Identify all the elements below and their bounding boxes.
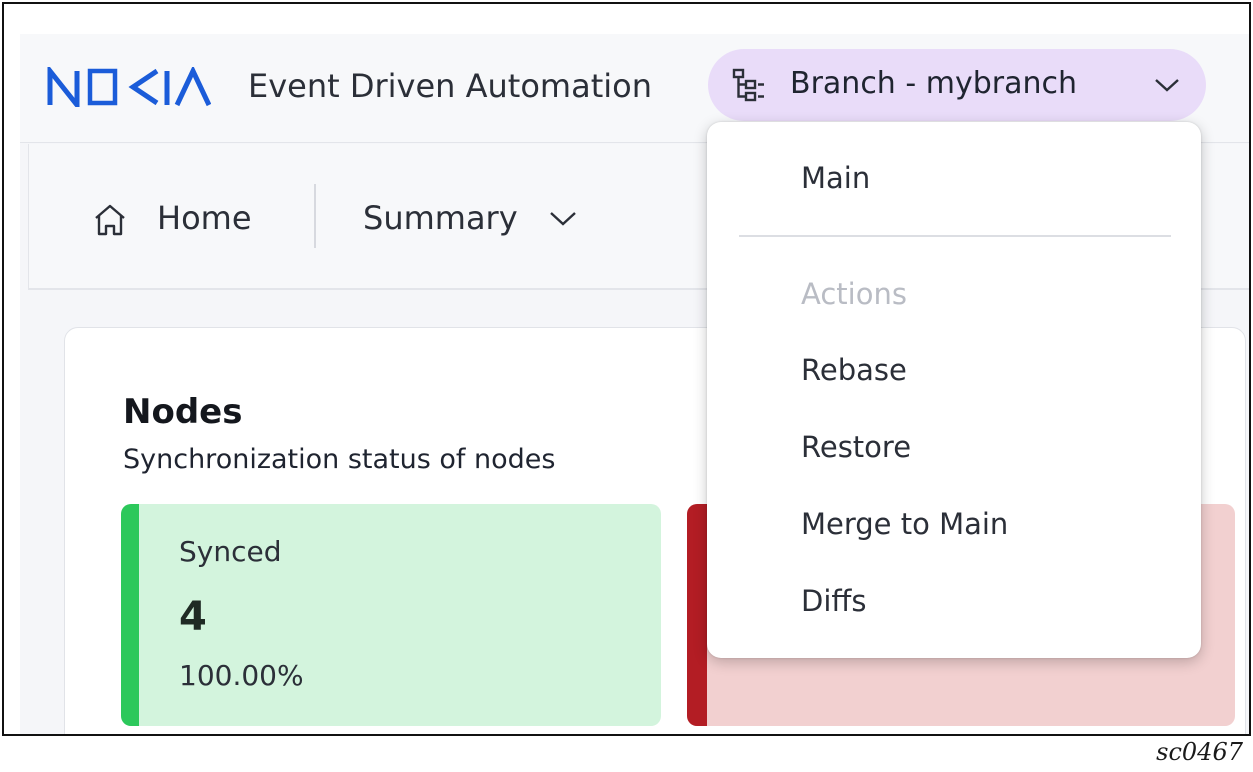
branch-dropdown-menu: Main Actions Rebase Restore Merge to Mai…: [707, 122, 1201, 658]
summary-label: Summary: [363, 199, 518, 237]
branch-icon: [732, 68, 764, 102]
card-title: Nodes: [123, 392, 243, 432]
nokia-logo: [47, 67, 211, 107]
app-window: Event Driven Automation Branch - mybranc…: [20, 34, 1249, 734]
branch-selector[interactable]: Branch - mybranch: [708, 49, 1206, 121]
menu-item-diffs[interactable]: Diffs: [801, 581, 866, 621]
card-subtitle: Synchronization status of nodes: [123, 444, 556, 475]
menu-item-merge-to-main[interactable]: Merge to Main: [801, 504, 1008, 544]
home-label: Home: [157, 199, 252, 237]
app-title: Event Driven Automation: [248, 67, 652, 105]
home-icon: [95, 204, 125, 236]
menu-item-main[interactable]: Main: [801, 158, 870, 198]
chevron-down-icon: [1155, 79, 1179, 92]
nav-divider: [314, 184, 316, 248]
synced-stat-tile[interactable]: Synced 4 100.00%: [121, 504, 661, 726]
synced-accent-bar: [121, 504, 139, 726]
synced-count: 4: [179, 594, 207, 640]
menu-section-actions: Actions: [801, 277, 907, 311]
synced-percent: 100.00%: [179, 659, 304, 692]
menu-item-restore[interactable]: Restore: [801, 427, 911, 467]
screenshot-frame: Event Driven Automation Branch - mybranc…: [2, 2, 1251, 736]
synced-label: Synced: [179, 535, 282, 568]
branch-label: Branch - mybranch: [790, 66, 1077, 101]
menu-divider: [739, 235, 1171, 237]
figure-caption: sc0467: [1156, 738, 1243, 766]
chevron-down-icon: [550, 212, 576, 226]
menu-item-rebase[interactable]: Rebase: [801, 350, 907, 390]
unsynced-accent-bar: [687, 504, 707, 726]
